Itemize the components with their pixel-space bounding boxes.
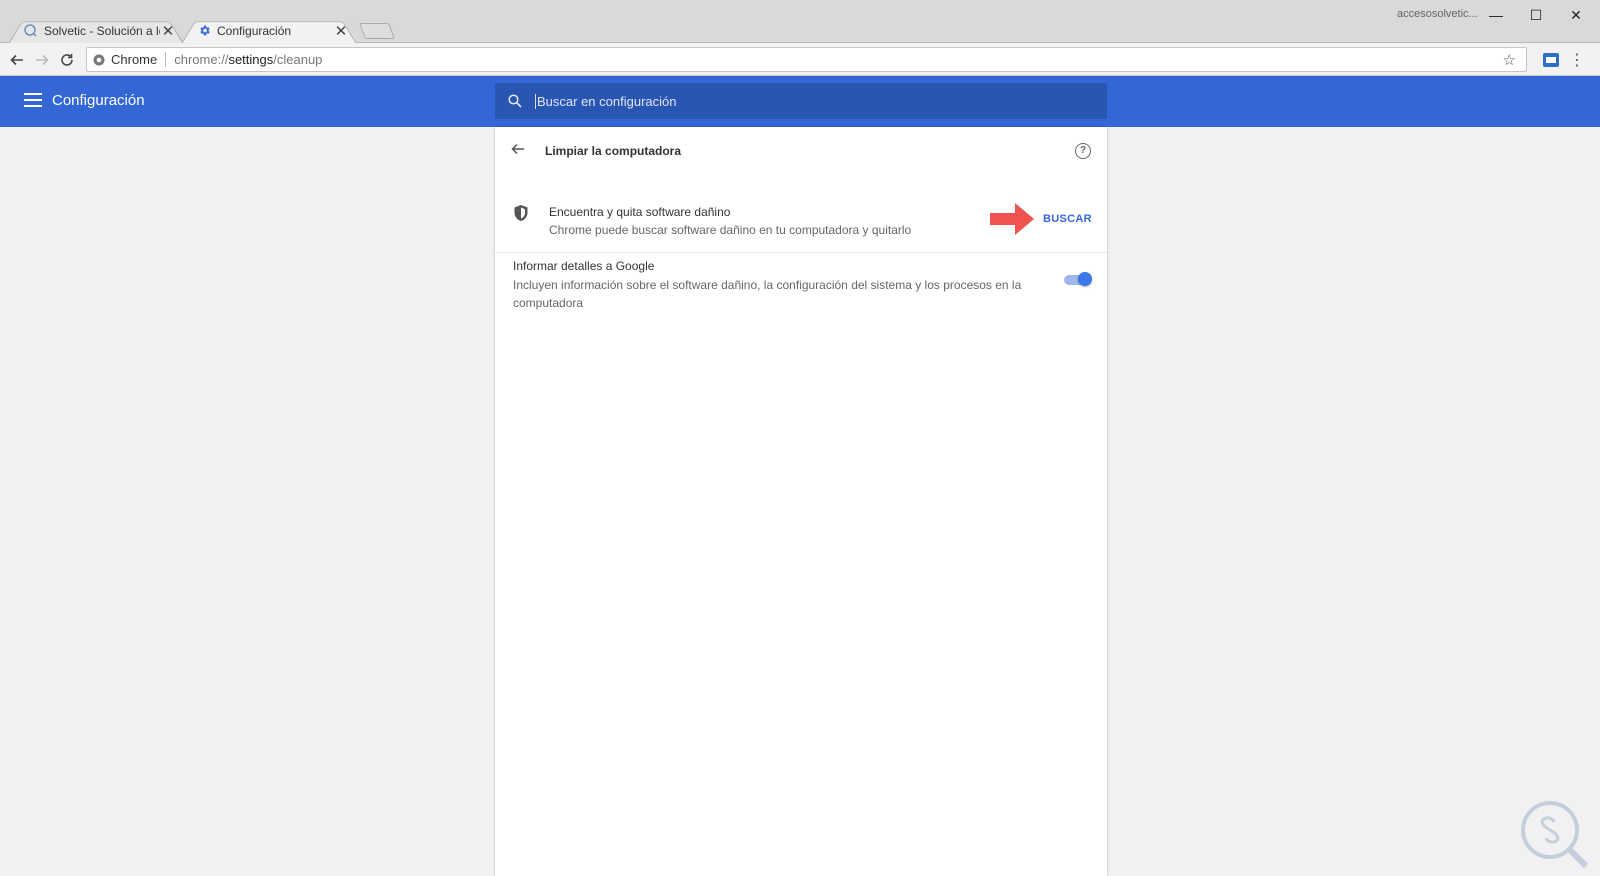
back-arrow-icon[interactable] — [511, 142, 525, 161]
tab-strip: Solvetic - Solución a los p ✕ Configurac… — [0, 0, 1600, 44]
report-title: Informar detalles a Google — [513, 259, 655, 273]
section-title: Limpiar la computadora — [545, 144, 682, 158]
search-icon — [495, 94, 535, 108]
window-close-icon[interactable]: ✕ — [1562, 4, 1590, 26]
chrome-icon — [93, 54, 105, 66]
site-label: Chrome — [111, 52, 158, 67]
settings-search[interactable] — [495, 83, 1107, 119]
tab-solvetic[interactable]: Solvetic - Solución a los p ✕ — [8, 17, 184, 44]
red-arrow-icon — [989, 202, 1035, 241]
back-icon[interactable] — [6, 49, 28, 71]
bookmark-star-icon[interactable]: ☆ — [1503, 51, 1516, 69]
close-tab-icon[interactable]: ✕ — [160, 22, 176, 40]
report-row: Informar detalles a Google Incluyen info… — [495, 254, 1107, 314]
new-tab-button[interactable] — [359, 23, 395, 39]
help-icon[interactable]: ? — [1075, 143, 1091, 159]
close-tab-icon[interactable]: ✕ — [333, 22, 349, 40]
scan-title: Encuentra y quita software dañino — [549, 205, 731, 219]
forward-icon[interactable] — [31, 49, 53, 71]
hamburger-menu-icon[interactable] — [24, 93, 42, 107]
url-text: chrome://settings/cleanup — [174, 52, 323, 67]
page-title: Configuración — [52, 92, 145, 109]
cleanup-card: Limpiar la computadora ? Encuentra y qui… — [495, 127, 1107, 876]
extension-icon[interactable] — [1540, 49, 1562, 71]
minimize-icon[interactable]: — — [1482, 4, 1510, 26]
scan-subtitle: Chrome puede buscar software dañino en t… — [549, 223, 912, 237]
maximize-icon[interactable]: ☐ — [1522, 4, 1550, 26]
browser-toolbar: Chrome chrome://settings/cleanup ☆ ⋮ — [0, 43, 1600, 76]
tab-title: Configuración — [217, 23, 292, 38]
settings-header: Configuración — [0, 76, 1600, 127]
menu-dots-icon[interactable]: ⋮ — [1566, 49, 1588, 71]
address-bar[interactable]: Chrome chrome://settings/cleanup ☆ — [86, 47, 1527, 72]
report-toggle[interactable] — [1062, 272, 1092, 288]
tab-title: Solvetic - Solución a los p — [44, 23, 160, 38]
reload-icon[interactable] — [56, 49, 78, 71]
profile-name[interactable]: accesosolvetic... — [1397, 8, 1478, 20]
scan-row: Encuentra y quita software dañino Chrome… — [495, 197, 1107, 253]
buscar-button[interactable]: BUSCAR — [1043, 213, 1092, 225]
tab-configuracion[interactable]: Configuración ✕ — [181, 17, 357, 44]
solvetic-logo — [1520, 800, 1590, 875]
shield-icon — [513, 204, 529, 227]
search-input[interactable] — [535, 93, 1075, 109]
gear-icon — [197, 24, 211, 38]
report-subtitle: Incluyen información sobre el software d… — [513, 278, 1022, 310]
solvetic-icon — [24, 23, 38, 38]
